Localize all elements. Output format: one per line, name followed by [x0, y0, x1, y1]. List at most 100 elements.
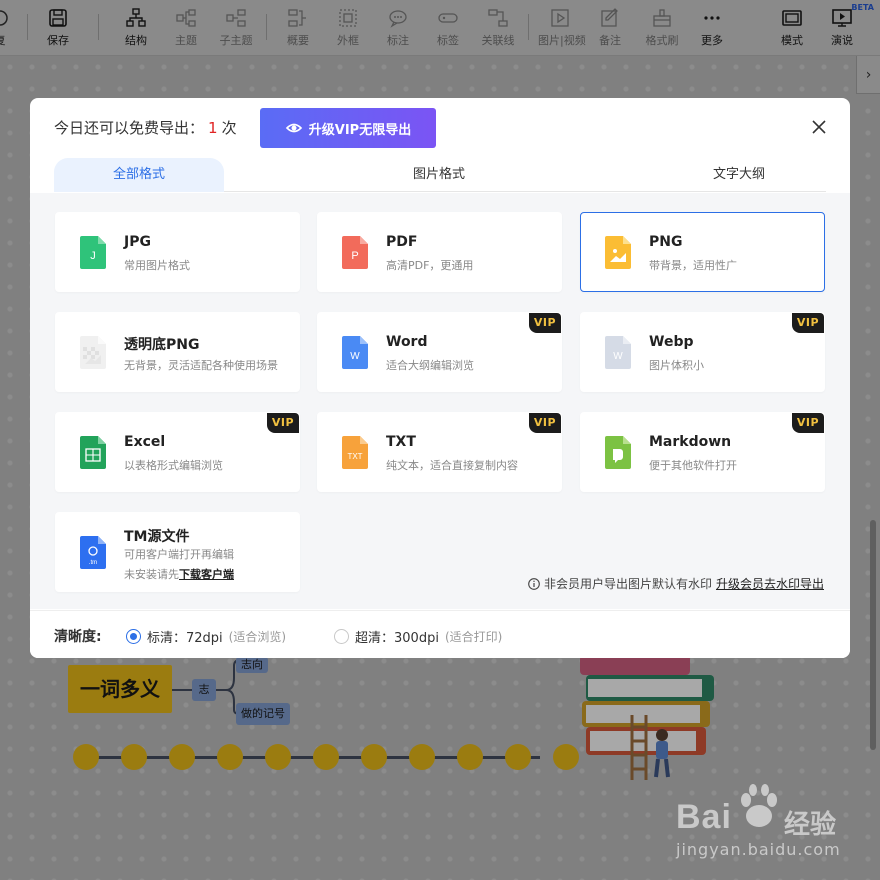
format-name: Excel [124, 434, 166, 450]
watermark-url: jingyan.baidu.com [676, 840, 841, 859]
jpg-file-icon: J [80, 236, 106, 269]
toolbar-topic[interactable]: 主题 [164, 4, 208, 52]
top-toolbar: 复 保存 结构 主题 子主题 概要 外框 标注 标签 关联线 图片|视频 [0, 0, 880, 56]
toolbar-callout[interactable]: 标注 [376, 4, 420, 52]
tab-all-formats[interactable]: 全部格式 [54, 158, 224, 192]
books-illustration [580, 655, 714, 780]
toolbar-subtopic[interactable]: 子主题 [214, 4, 258, 52]
quota-count: 1 [208, 119, 218, 137]
toolbar-present-label: 演说 [831, 34, 853, 47]
toolbar-save[interactable]: 保存 [36, 4, 80, 52]
toolbar-media[interactable]: 图片|视频 [538, 4, 586, 52]
paw-icon [741, 784, 777, 827]
timeline-dot[interactable] [169, 744, 195, 770]
format-grid: J JPG 常用图片格式 P PDF 高清PDF，更通用 PNG 带背景，适用性… [30, 193, 850, 609]
beta-badge: BETA [851, 3, 874, 12]
format-card-transparent-png[interactable]: 透明底PNG 无背景，灵活适配各种使用场景 [55, 312, 300, 392]
sidebar-toggle[interactable]: › [856, 56, 880, 94]
format-desc: 纯文本，适合直接复制内容 [386, 459, 518, 472]
toolbar-frame[interactable]: 外框 [326, 4, 370, 52]
quality-option-standard[interactable]: 标清：72dpi (适合浏览) [126, 627, 286, 646]
toolbar-format-painter-label: 格式刷 [645, 34, 679, 47]
more-icon [704, 16, 720, 20]
callout-icon [389, 10, 407, 28]
format-card-markdown[interactable]: Markdown 便于其他软件打开 VIP [580, 412, 825, 492]
format-desc: 适合大纲编辑浏览 [386, 359, 474, 372]
undo-icon [0, 10, 8, 26]
structure-icon [126, 8, 146, 27]
format-card-png[interactable]: PNG 带背景，适用性广 [580, 212, 825, 292]
radio-hd[interactable] [334, 629, 349, 644]
toolbar-summary[interactable]: 概要 [276, 4, 320, 52]
excel-file-icon [80, 436, 106, 469]
radio-standard[interactable] [126, 629, 141, 644]
timeline-dot[interactable] [73, 744, 99, 770]
format-card-excel[interactable]: Excel 以表格形式编辑浏览 VIP [55, 412, 300, 492]
toolbar-mode[interactable]: 模式 [770, 4, 814, 52]
txt-file-icon: TXT [342, 436, 368, 469]
tab-text-outline[interactable]: 文字大纲 [654, 158, 824, 192]
branch-topic-2[interactable]: 做的记号 [236, 703, 290, 725]
notice-text: 非会员用户导出图片默认有水印 [543, 577, 712, 591]
upgrade-vip-label: 升级VIP无限导出 [308, 122, 412, 138]
toolbar-relation[interactable]: 关联线 [476, 4, 520, 52]
upgrade-vip-button[interactable]: 升级VIP无限导出 [260, 108, 436, 148]
format-name: TXT [386, 434, 416, 450]
tab-image-formats[interactable]: 图片格式 [354, 158, 524, 192]
quality-option-hd[interactable]: 超清：300dpi (适合打印) [334, 627, 502, 646]
toolbar-note[interactable]: 备注 [588, 4, 632, 52]
timeline-dot[interactable] [313, 744, 339, 770]
quota-prefix: 今日还可以免费导出： [54, 119, 205, 137]
relation-icon [488, 9, 508, 27]
download-client-link[interactable]: 下载客户端 [179, 568, 234, 581]
toolbar-tag[interactable]: 标签 [426, 4, 470, 52]
timeline-dot[interactable] [361, 744, 387, 770]
svg-text:.tm: .tm [89, 560, 97, 566]
timeline-dot[interactable] [457, 744, 483, 770]
quality-label: 清晰度: [54, 629, 102, 645]
canvas-scrollbar[interactable] [870, 520, 876, 750]
timeline-dot[interactable] [265, 744, 291, 770]
vip-badge: VIP [529, 413, 561, 433]
main-topic[interactable]: 一词多义 [68, 665, 172, 713]
close-icon[interactable] [810, 118, 828, 136]
png-file-icon [605, 236, 631, 269]
toolbar-undo[interactable]: 复 [0, 4, 22, 52]
timeline-dot[interactable] [217, 744, 243, 770]
baidu-watermark: Bai 经验 jingyan.baidu.com [676, 780, 876, 860]
format-name: PNG [649, 234, 683, 250]
svg-text:J: J [90, 250, 96, 262]
timeline-dot[interactable] [553, 744, 579, 770]
format-desc: 高清PDF，更通用 [386, 259, 474, 272]
quality-bar: 清晰度: 标清：72dpi (适合浏览) 超清：300dpi (适合打印) [30, 610, 850, 658]
watermark-brand-tail: 经验 [784, 810, 837, 840]
sub-topic[interactable]: 志 [192, 679, 216, 701]
note-icon [601, 8, 618, 27]
subtopic-icon [226, 9, 246, 27]
timeline-dot[interactable] [121, 744, 147, 770]
format-card-txt[interactable]: TXT TXT 纯文本，适合直接复制内容 VIP [317, 412, 562, 492]
toolbar-note-label: 备注 [599, 34, 621, 47]
toolbar-structure[interactable]: 结构 [114, 4, 158, 52]
toolbar-save-label: 保存 [47, 34, 69, 47]
format-tabs: 全部格式 图片格式 文字大纲 [54, 158, 826, 192]
timeline-dot[interactable] [505, 744, 531, 770]
format-card-word[interactable]: W Word 适合大纲编辑浏览 VIP [317, 312, 562, 392]
format-card-jpg[interactable]: J JPG 常用图片格式 [55, 212, 300, 292]
svg-text:P: P [351, 250, 358, 262]
toolbar-relation-label: 关联线 [481, 34, 515, 47]
pdf-file-icon: P [342, 236, 368, 269]
format-card-webp[interactable]: W Webp 图片体积小 VIP [580, 312, 825, 392]
toolbar-format-painter[interactable]: 格式刷 [640, 4, 684, 52]
format-desc: 以表格形式编辑浏览 [124, 459, 223, 472]
timeline-dot[interactable] [409, 744, 435, 770]
toolbar-more[interactable]: 更多 [690, 4, 734, 52]
branch-topic-1[interactable]: 志向 [236, 657, 268, 673]
format-card-tm[interactable]: .tm TM源文件 可用客户端打开再编辑 未安装请先下载客户端 [55, 512, 300, 592]
format-desc: 可用客户端打开再编辑 [124, 548, 234, 561]
toolbar-summary-label: 概要 [287, 34, 309, 47]
media-icon [551, 9, 569, 27]
toolbar-divider [98, 14, 99, 40]
format-card-pdf[interactable]: P PDF 高清PDF，更通用 [317, 212, 562, 292]
remove-watermark-link[interactable]: 升级会员去水印导出 [716, 575, 824, 592]
